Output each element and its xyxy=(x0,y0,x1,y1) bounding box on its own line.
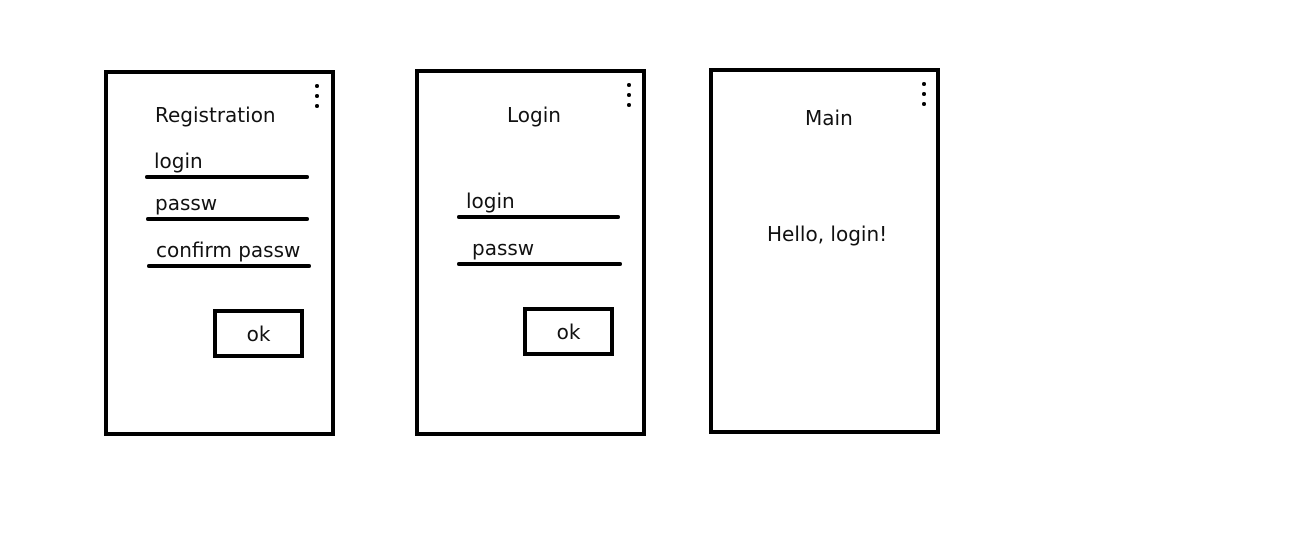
login-title: Login xyxy=(507,103,561,127)
more-vertical-icon[interactable] xyxy=(919,82,929,110)
registration-screen: Registration login passw confirm passw o… xyxy=(104,70,335,436)
greeting-text: Hello, login! xyxy=(767,222,888,246)
login-underline xyxy=(457,215,620,219)
registration-title: Registration xyxy=(155,103,276,127)
registration-password-field[interactable]: passw xyxy=(146,191,309,221)
more-vertical-icon[interactable] xyxy=(312,84,322,112)
confirm-password-underline xyxy=(147,264,311,268)
login-underline xyxy=(145,175,309,179)
login-label: login xyxy=(154,149,203,173)
registration-confirm-password-field[interactable]: confirm passw xyxy=(147,238,311,268)
password-underline xyxy=(146,217,309,221)
password-underline xyxy=(457,262,622,266)
registration-login-field[interactable]: login xyxy=(145,149,309,179)
login-label: login xyxy=(466,189,515,213)
password-label: passw xyxy=(472,236,535,260)
registration-ok-button[interactable]: ok xyxy=(213,309,304,358)
confirm-password-label: confirm passw xyxy=(156,238,301,262)
login-screen: Login login passw ok xyxy=(415,69,646,436)
login-ok-button[interactable]: ok xyxy=(523,307,614,356)
main-screen: Main Hello, login! xyxy=(709,68,940,434)
more-vertical-icon[interactable] xyxy=(624,83,634,111)
login-password-field[interactable]: passw xyxy=(457,236,622,266)
login-username-field[interactable]: login xyxy=(457,189,620,219)
password-label: passw xyxy=(155,191,218,215)
main-title: Main xyxy=(805,106,853,130)
